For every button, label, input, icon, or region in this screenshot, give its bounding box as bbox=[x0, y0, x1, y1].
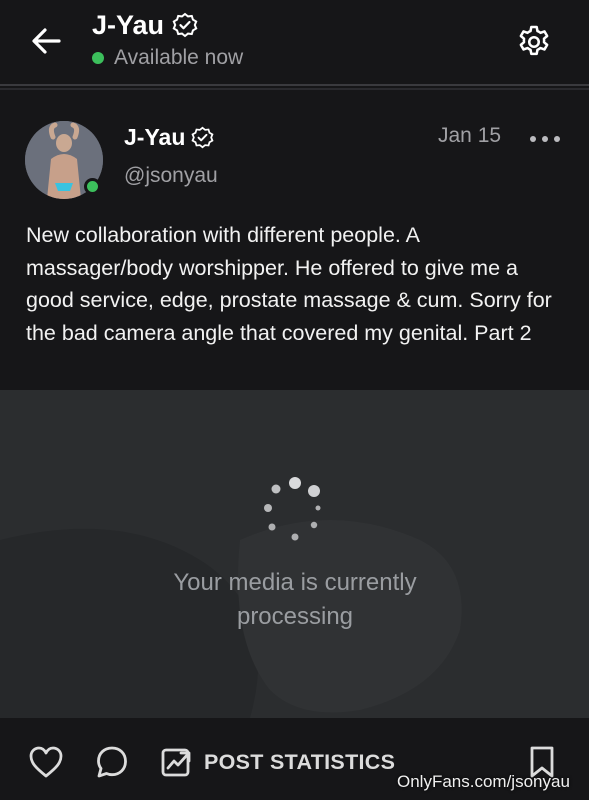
status-text: Available now bbox=[114, 46, 244, 69]
heart-icon bbox=[29, 746, 63, 778]
verified-icon bbox=[191, 126, 214, 148]
dot-icon bbox=[554, 136, 560, 142]
header-divider bbox=[0, 84, 589, 90]
post-text: New collaboration with different people.… bbox=[26, 223, 552, 345]
watermark: OnlyFans.com/jsonyau bbox=[397, 772, 570, 791]
post-statistics-label: POST STATISTICS bbox=[204, 749, 396, 774]
arrow-left-icon bbox=[32, 28, 61, 54]
online-indicator bbox=[84, 178, 101, 195]
media-background-shape bbox=[0, 520, 462, 718]
back-button[interactable] bbox=[28, 24, 64, 58]
chat-header: J-Yau Available now bbox=[0, 0, 589, 84]
header-title: J-Yau bbox=[92, 8, 198, 42]
header-title-text: J-Yau bbox=[92, 10, 165, 40]
post-statistics-button[interactable]: POST STATISTICS bbox=[160, 742, 395, 782]
post-date: Jan 15 bbox=[438, 124, 502, 147]
more-options-button[interactable] bbox=[530, 132, 560, 146]
comment-button[interactable] bbox=[92, 742, 132, 782]
settings-button[interactable] bbox=[512, 22, 556, 62]
like-button[interactable] bbox=[26, 742, 66, 782]
statistics-icon bbox=[161, 748, 191, 777]
online-indicator bbox=[92, 52, 104, 64]
online-status: Available now bbox=[92, 46, 243, 70]
media-processing-message: Your media is currently processing bbox=[173, 569, 417, 630]
dot-icon bbox=[542, 136, 548, 142]
gear-icon bbox=[519, 25, 549, 56]
author-name[interactable]: J-Yau bbox=[124, 122, 214, 152]
author-avatar[interactable] bbox=[25, 121, 103, 199]
dot-icon bbox=[530, 136, 536, 142]
loading-spinner-icon bbox=[264, 477, 321, 541]
verified-icon bbox=[172, 12, 198, 38]
comment-icon bbox=[97, 746, 127, 778]
author-handle[interactable]: @jsonyau bbox=[124, 164, 218, 188]
media-placeholder[interactable] bbox=[0, 390, 589, 718]
author-name-text: J-Yau bbox=[124, 124, 186, 150]
